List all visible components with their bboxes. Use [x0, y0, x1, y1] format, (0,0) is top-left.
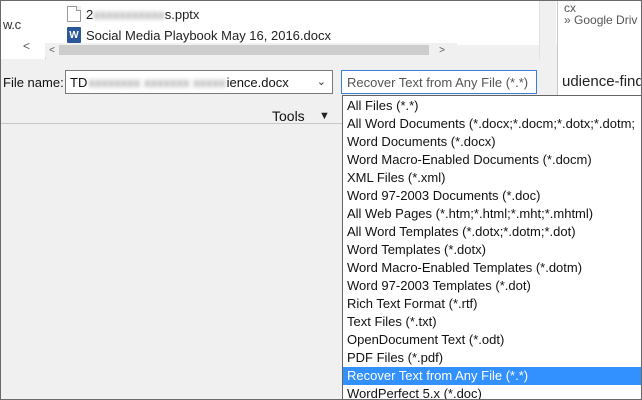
file-type-option-rtf[interactable]: Rich Text Format (*.rtf)	[343, 295, 641, 313]
save-as-dialog: w.c < 2 xxxxxxxxxxx s.pptx W Social Medi…	[0, 0, 642, 400]
file-type-option-recover-text[interactable]: Recover Text from Any File (*.*)	[343, 367, 641, 385]
file-type-option-xml[interactable]: XML Files (*.xml)	[343, 169, 641, 187]
file-type-option-word-documents[interactable]: Word Documents (*.docx)	[343, 133, 641, 151]
file-list: 2 xxxxxxxxxxx s.pptx W Social Media Play…	[45, 1, 557, 45]
file-name-suffix: s.pptx	[164, 6, 200, 22]
document-icon	[67, 6, 81, 22]
file-type-select[interactable]: Recover Text from Any File (*.*)	[341, 70, 537, 94]
file-type-current: Recover Text from Any File (*.*)	[347, 74, 529, 90]
file-type-option-word-macro-documents[interactable]: Word Macro-Enabled Documents (*.docm)	[343, 151, 641, 169]
scroll-left-icon[interactable]: <	[23, 39, 30, 53]
file-type-option-word-templates[interactable]: Word Templates (*.dotx)	[343, 241, 641, 259]
file-type-option-wordperfect[interactable]: WordPerfect 5.x (*.doc)	[343, 385, 641, 399]
file-type-option-word-97-2003-templates[interactable]: Word 97-2003 Templates (*.dot)	[343, 277, 641, 295]
navigation-pane[interactable]: w.c <	[1, 1, 46, 59]
scroll-left-icon[interactable]: <	[45, 43, 59, 57]
file-type-option-odt[interactable]: OpenDocument Text (*.odt)	[343, 331, 641, 349]
background-heading: udience-find	[562, 73, 642, 90]
list-item[interactable]: 2 xxxxxxxxxxx s.pptx	[67, 5, 199, 23]
file-type-option-all-files[interactable]: All Files (*.*)	[343, 97, 641, 115]
scrollbar-thumb[interactable]	[59, 45, 429, 55]
file-name-redacted: xxxxxxxx xxxxxxx xxxxx	[88, 74, 226, 90]
file-type-option-word-macro-templates[interactable]: Word Macro-Enabled Templates (*.dotm)	[343, 259, 641, 277]
file-type-option-all-word-documents[interactable]: All Word Documents (*.docx;*.docm;*.dotx…	[343, 115, 641, 133]
file-name-prefix: TD	[70, 74, 88, 90]
file-name-redacted: xxxxxxxxxxx	[93, 6, 165, 22]
navigation-pane-text: w.c	[3, 17, 21, 32]
file-type-option-txt[interactable]: Text Files (*.txt)	[343, 313, 641, 331]
google-drive-link[interactable]: » Google Driv	[564, 13, 637, 27]
horizontal-scrollbar[interactable]: < >	[45, 43, 457, 57]
tools-button[interactable]: Tools	[272, 108, 305, 124]
file-type-option-pdf[interactable]: PDF Files (*.pdf)	[343, 349, 641, 367]
file-name-label: File name:	[3, 75, 64, 90]
chevron-down-icon[interactable]: ⌄	[317, 75, 326, 88]
tools-dropdown-icon[interactable]: ▼	[319, 110, 330, 122]
file-name-suffix: ience.docx	[226, 74, 289, 90]
file-type-dropdown: All Files (*.*) All Word Documents (*.do…	[342, 95, 641, 399]
file-name: Social Media Playbook May 16, 2016.docx	[86, 27, 331, 43]
file-name-visible: 2	[86, 6, 94, 22]
vertical-scrollbar[interactable]	[539, 1, 556, 59]
list-item[interactable]: W Social Media Playbook May 16, 2016.doc…	[67, 26, 331, 44]
word-document-icon: W	[67, 27, 81, 43]
file-type-option-web-pages[interactable]: All Web Pages (*.htm;*.html;*.mht;*.mhtm…	[343, 205, 641, 223]
file-name-input[interactable]: TD xxxxxxxx xxxxxxx xxxxx ience.docx ⌄	[65, 70, 333, 94]
file-type-option-word-97-2003-documents[interactable]: Word 97-2003 Documents (*.doc)	[343, 187, 641, 205]
scroll-right-icon[interactable]: >	[435, 43, 449, 57]
file-type-option-all-word-templates[interactable]: All Word Templates (*.dotx;*.dotm;*.dot)	[343, 223, 641, 241]
